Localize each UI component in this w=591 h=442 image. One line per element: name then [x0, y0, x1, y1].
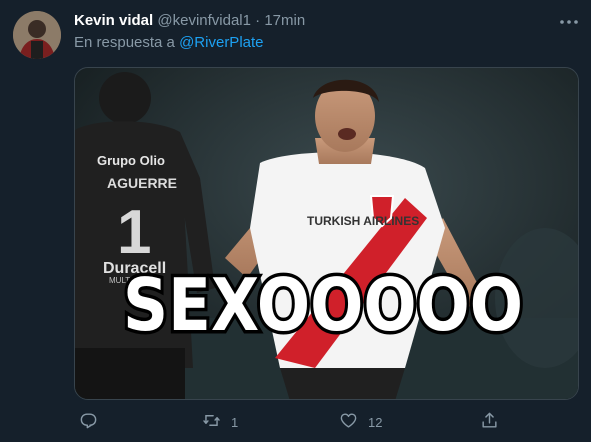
timestamp[interactable]: 17min: [264, 12, 305, 29]
tweet[interactable]: Kevin vidal @kevinfvidal1 · 17min En res…: [0, 0, 591, 442]
goalkeeper-sponsor-text: Grupo Olio: [97, 153, 165, 168]
tweet-header: Kevin vidal @kevinfvidal1 · 17min: [74, 12, 305, 29]
goalkeeper-name-text: AGUERRE: [107, 175, 177, 191]
reply-prefix: En respuesta a: [74, 34, 175, 51]
like-button[interactable]: 12: [339, 410, 382, 434]
display-name[interactable]: Kevin vidal: [74, 12, 153, 29]
meme-caption: SEXOOOOO: [123, 263, 523, 347]
meme-image: Grupo Olio AGUERRE 1 Duracell MULTILINEA…: [75, 68, 578, 399]
retweet-button[interactable]: 1: [202, 410, 238, 434]
share-button[interactable]: [480, 410, 509, 434]
more-icon[interactable]: [557, 10, 581, 34]
tweet-image[interactable]: Grupo Olio AGUERRE 1 Duracell MULTILINEA…: [74, 67, 579, 400]
share-icon: [480, 411, 499, 433]
user-handle[interactable]: @kevinfvidal1: [157, 12, 251, 29]
tweet-actions: 1 12: [74, 410, 579, 434]
reply-mention-link[interactable]: @RiverPlate: [179, 34, 263, 51]
goalkeeper-number-text: 1: [117, 198, 151, 267]
retweet-icon: [202, 411, 221, 433]
retweet-count: 1: [231, 414, 239, 430]
reply-button[interactable]: [79, 410, 108, 434]
like-icon: [339, 411, 358, 433]
river-sponsor-text: TURKISH AIRLINES: [307, 214, 419, 228]
separator-dot: ·: [255, 12, 261, 29]
like-count: 12: [368, 414, 383, 430]
reply-context: En respuesta a @RiverPlate: [74, 34, 264, 51]
avatar[interactable]: [13, 11, 61, 59]
reply-icon: [79, 411, 98, 433]
